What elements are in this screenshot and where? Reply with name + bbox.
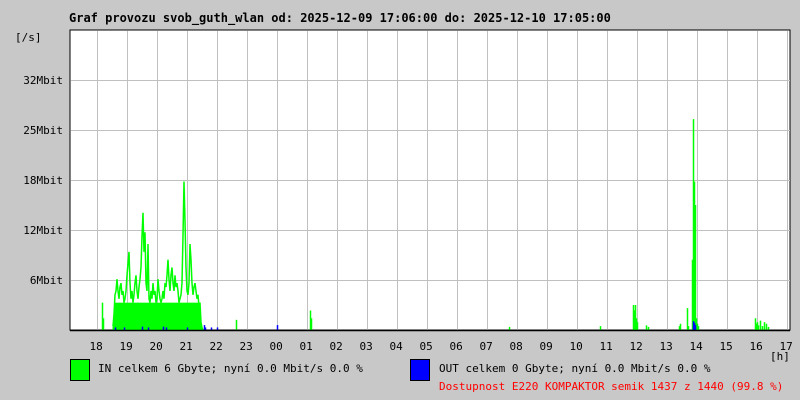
x-tick-label: 23	[239, 340, 253, 353]
x-tick-label: 05	[419, 340, 433, 353]
x-tick-label: 10	[569, 340, 583, 353]
y-tick-label: 32Mbit	[23, 73, 63, 87]
x-tick-label: 19	[119, 340, 133, 353]
out-legend-swatch	[410, 359, 430, 381]
x-tick-label: 11	[599, 340, 613, 353]
x-tick-label: 15	[719, 340, 733, 353]
availability-text: Dostupnost E220 KOMPAKTOR semik 1437 z 1…	[439, 380, 784, 393]
y-tick-label: 6Mbit	[29, 273, 63, 287]
x-tick-label: 06	[449, 340, 463, 353]
x-tick-label: 01	[299, 340, 313, 353]
x-tick-label: 03	[359, 340, 373, 353]
x-tick-label: 13	[659, 340, 673, 353]
x-tick-label: 20	[149, 340, 163, 353]
x-tick-label: 07	[479, 340, 493, 353]
x-tick-label: 22	[209, 340, 223, 353]
x-tick-label: 12	[629, 340, 643, 353]
x-tick-label: 04	[389, 340, 403, 353]
y-tick-label: 12Mbit	[23, 223, 63, 237]
traffic-graph: Graf provozu svob_guth_wlan od: 2025-12-…	[0, 0, 800, 400]
x-tick-label: 14	[689, 340, 703, 353]
out-legend-text: OUT celkem 0 Gbyte; nyní 0.0 Mbit/s 0.0 …	[439, 362, 711, 375]
x-tick-label: 00	[269, 340, 283, 353]
x-tick-label: 08	[509, 340, 523, 353]
y-tick-label: 18Mbit	[23, 173, 63, 187]
x-tick-label: 16	[749, 340, 763, 353]
x-tick-label: 17	[779, 340, 793, 353]
x-tick-label: 02	[329, 340, 343, 353]
in-legend-text: IN celkem 6 Gbyte; nyní 0.0 Mbit/s 0.0 %	[98, 362, 363, 375]
y-tick-label: 25Mbit	[23, 123, 63, 137]
in-legend-swatch	[70, 359, 90, 381]
x-tick-label: 21	[179, 340, 193, 353]
x-tick-label: 18	[89, 340, 103, 353]
x-tick-label: 09	[539, 340, 553, 353]
